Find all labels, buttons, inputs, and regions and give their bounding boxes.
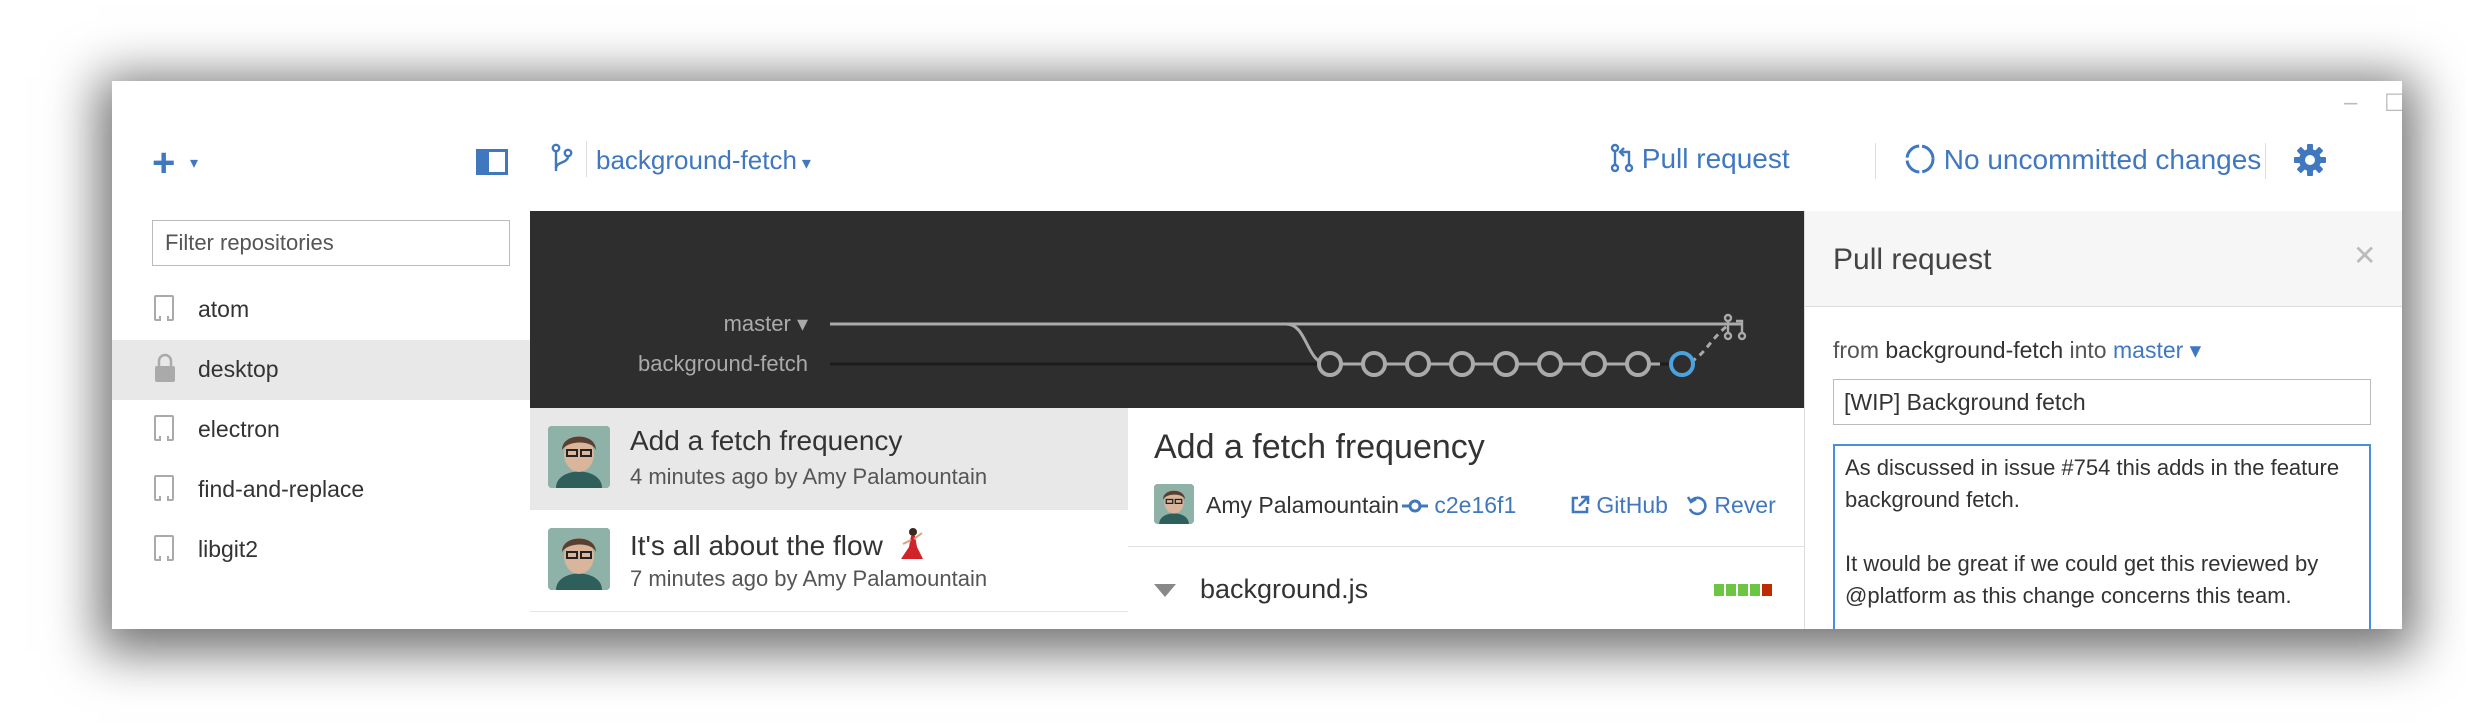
branch-icon bbox=[551, 143, 573, 171]
repo-icon bbox=[154, 535, 174, 561]
top-toolbar: background-fetch ▾ Pull request No uncom… bbox=[530, 81, 2402, 212]
commit-sha-link[interactable]: c2e16f1 bbox=[1402, 492, 1516, 519]
commit-node[interactable] bbox=[1493, 351, 1519, 377]
revert-icon bbox=[1686, 496, 1707, 516]
branch-selector[interactable]: background-fetch ▾ bbox=[596, 145, 811, 176]
add-menu-caret-icon[interactable]: ▾ bbox=[190, 153, 198, 173]
commit-node[interactable] bbox=[1537, 351, 1563, 377]
commit-list-item[interactable]: It's all about the flow 7 minutes ago by… bbox=[530, 510, 1128, 612]
avatar bbox=[548, 426, 610, 488]
commit-icon bbox=[1402, 499, 1428, 513]
lock-icon bbox=[155, 353, 175, 382]
repo-item-find-and-replace[interactable]: find-and-replace bbox=[112, 460, 530, 520]
commit-node[interactable] bbox=[1581, 351, 1607, 377]
repository-sidebar: + ▾ atom desktop electron find-and-repla… bbox=[112, 81, 531, 629]
into-branch-selector[interactable]: master ▾ bbox=[2113, 337, 2201, 363]
add-repository-icon[interactable]: + bbox=[152, 143, 175, 183]
filter-repositories-input[interactable] bbox=[152, 220, 510, 266]
commit-title: It's all about the flow bbox=[630, 527, 925, 562]
commit-detail: Add a fetch frequency Amy Palamountain c… bbox=[1128, 408, 1804, 629]
commit-node[interactable] bbox=[1625, 351, 1651, 377]
commit-node[interactable] bbox=[1449, 351, 1475, 377]
close-icon[interactable]: ✕ bbox=[2353, 239, 2376, 272]
repo-label: find-and-replace bbox=[198, 476, 365, 502]
repo-item-electron[interactable]: electron bbox=[112, 400, 530, 460]
revert-button[interactable]: Rever bbox=[1686, 492, 1776, 519]
commit-node[interactable] bbox=[1317, 351, 1343, 377]
external-link-icon bbox=[1571, 495, 1590, 514]
repo-item-atom[interactable]: atom bbox=[112, 280, 530, 340]
uncommitted-changes-label: No uncommitted changes bbox=[1943, 144, 2262, 175]
toggle-sidebar-icon[interactable] bbox=[476, 149, 508, 175]
app-window: + ▾ atom desktop electron find-and-repla… bbox=[112, 81, 2402, 629]
repo-item-desktop[interactable]: desktop bbox=[112, 340, 530, 400]
pull-request-panel-header: Pull request ✕ bbox=[1805, 211, 2402, 307]
commit-graph-svg bbox=[830, 313, 1747, 377]
maximize-icon[interactable]: ☐ bbox=[2384, 89, 2402, 118]
commit-node-selected[interactable] bbox=[1669, 351, 1695, 377]
commit-sha: c2e16f1 bbox=[1434, 492, 1517, 518]
changed-file-name[interactable]: background.js bbox=[1200, 574, 1368, 605]
gear-icon[interactable] bbox=[2293, 143, 2327, 177]
pr-title-input[interactable] bbox=[1833, 379, 2371, 425]
avatar bbox=[1154, 484, 1194, 524]
minimize-icon[interactable]: – bbox=[2344, 89, 2357, 117]
commit-title-text: It's all about the flow bbox=[630, 530, 883, 561]
commit-list: Add a fetch frequency 4 minutes ago by A… bbox=[530, 408, 1129, 629]
commit-meta: 7 minutes ago by Amy Palamountain bbox=[630, 566, 988, 591]
diff-stat-bars bbox=[1714, 584, 1772, 596]
from-branch: background-fetch bbox=[1885, 337, 2064, 363]
repo-icon bbox=[154, 295, 174, 321]
pull-request-icon bbox=[1610, 143, 1634, 173]
commit-node[interactable] bbox=[1405, 351, 1431, 377]
collapse-triangle-icon[interactable] bbox=[1154, 584, 1176, 597]
revert-label: Rever bbox=[1714, 492, 1776, 518]
commit-meta: 4 minutes ago by Amy Palamountain bbox=[630, 464, 988, 489]
avatar bbox=[548, 528, 610, 590]
uncommitted-changes-button[interactable]: No uncommitted changes bbox=[1904, 143, 2261, 176]
pr-branch-summary: from background-fetch into master ▾ bbox=[1833, 337, 2201, 364]
sync-ring-icon bbox=[1905, 144, 1935, 174]
repo-label: electron bbox=[198, 416, 280, 442]
from-word: from bbox=[1833, 337, 1879, 363]
divider bbox=[1128, 546, 1804, 547]
pull-request-label: Pull request bbox=[1641, 143, 1790, 174]
commit-node[interactable] bbox=[1361, 351, 1387, 377]
pr-body-textarea[interactable]: As discussed in issue #754 this adds in … bbox=[1833, 444, 2371, 629]
branch-graph: master ▾ background-fetch bbox=[530, 211, 1804, 408]
repo-label: atom bbox=[198, 296, 250, 322]
merge-target-icon bbox=[1723, 313, 1747, 341]
pull-request-panel-title: Pull request bbox=[1833, 243, 1992, 276]
repo-label: libgit2 bbox=[198, 536, 259, 562]
commit-author: Amy Palamountain bbox=[1206, 492, 1400, 518]
commit-title: Add a fetch frequency bbox=[630, 425, 903, 456]
into-word: into bbox=[2069, 337, 2107, 363]
pull-request-panel: Pull request ✕ from background-fetch int… bbox=[1804, 211, 2402, 629]
view-on-github-link[interactable]: GitHub bbox=[1570, 492, 1668, 519]
commit-list-item[interactable]: Add a fetch frequency 4 minutes ago by A… bbox=[530, 408, 1128, 510]
pull-request-button[interactable]: Pull request bbox=[1610, 143, 1790, 175]
repo-item-libgit2[interactable]: libgit2 bbox=[112, 520, 530, 580]
branch-name-label: background-fetch bbox=[596, 145, 797, 175]
chevron-down-icon: ▾ bbox=[796, 153, 811, 173]
dancer-emoji-icon bbox=[900, 528, 923, 559]
repo-icon bbox=[154, 415, 174, 441]
commit-detail-title: Add a fetch frequency bbox=[1154, 428, 1485, 466]
repo-icon bbox=[154, 475, 174, 501]
repo-label: desktop bbox=[198, 356, 279, 382]
github-label: GitHub bbox=[1596, 492, 1668, 518]
